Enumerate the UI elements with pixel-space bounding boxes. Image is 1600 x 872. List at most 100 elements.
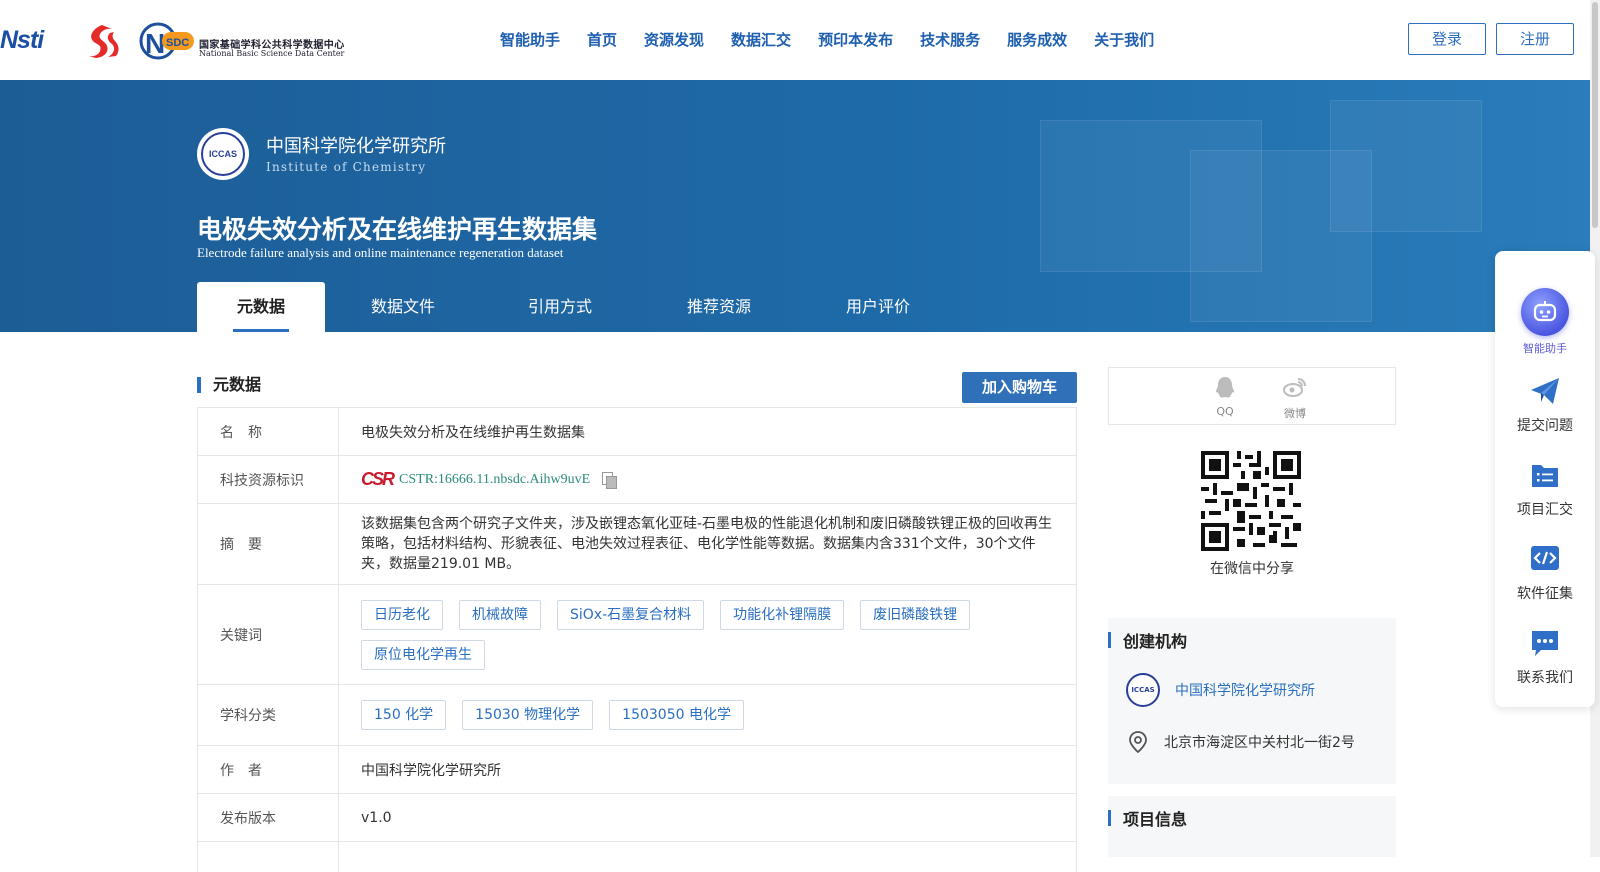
nav-resource-discovery[interactable]: 资源发现 [644, 28, 704, 52]
nav-home[interactable]: 首页 [587, 28, 617, 52]
dataset-name-value: 电极失效分析及在线维护再生数据集 [361, 424, 585, 441]
row-label: 作 者 [198, 746, 339, 793]
float-project-submission[interactable]: 项目汇交 [1495, 459, 1595, 519]
nav-service-results[interactable]: 服务成效 [1007, 28, 1067, 52]
cstr-link[interactable]: CSTR:16666.11.nbsdc.Aihw9uvE [399, 472, 590, 488]
float-submit-question-label: 提交问题 [1517, 418, 1573, 434]
table-row: 科技资源标识 CSR CSTR:16666.11.nbsdc.Aihw9uvE [197, 456, 1077, 504]
keyword-tag[interactable]: 功能化补锂隔膜 [720, 599, 845, 630]
table-row: 学科分类 150 化学 15030 物理化学 1503050 电化学 [197, 685, 1077, 746]
float-software-collection[interactable]: 软件征集 [1495, 543, 1595, 603]
nav-preprint[interactable]: 预印本发布 [818, 28, 893, 52]
folder-list-icon [1532, 465, 1558, 487]
org-address: 北京市海淀区中关村北一街2号 [1164, 735, 1355, 751]
dataset-title: 电极失效分析及在线维护再生数据集 [197, 215, 598, 244]
keyword-tag[interactable]: 原位电化学再生 [361, 639, 485, 670]
keyword-tag[interactable]: SiOx-石墨复合材料 [557, 599, 705, 630]
float-software-collection-label: 软件征集 [1517, 586, 1573, 602]
row-label: 摘 要 [198, 504, 339, 584]
creator-org-panel: 创建机构 ICCAS 中国科学院化学研究所 北京市海淀区中关村北一街2号 [1108, 618, 1396, 784]
top-header: Nsti N SDC 国家基础学科公共科学数据中心 National Basic… [0, 0, 1600, 80]
row-label: 名 称 [198, 408, 339, 455]
row-label: 关键词 [198, 585, 339, 684]
cstr-value: CSR CSTR:16666.11.nbsdc.Aihw9uvE [361, 456, 1054, 503]
share-box: QQ 微博 [1108, 367, 1396, 425]
qr-caption: 在微信中分享 [1210, 561, 1294, 577]
share-qq[interactable]: QQ [1205, 376, 1245, 418]
nav-tech-service[interactable]: 技术服务 [920, 28, 980, 52]
subject-list: 150 化学 15030 物理化学 1503050 电化学 [361, 685, 1054, 745]
row-label: 发布版本 [198, 794, 339, 841]
keyword-tag[interactable]: 机械故障 [459, 599, 541, 630]
share-weibo[interactable]: 微博 [1275, 376, 1315, 421]
nav-assistant[interactable]: 智能助手 [500, 28, 560, 52]
keyword-tag[interactable]: 废旧磷酸铁锂 [860, 599, 971, 630]
chat-icon [1532, 631, 1558, 656]
cstr-badge-icon: CSR [361, 469, 395, 489]
banner-decoration [1330, 100, 1482, 232]
table-row: 关键词 日历老化 机械故障 SiOx-石墨复合材料 功能化补锂隔膜 废旧磷酸铁锂… [197, 585, 1077, 685]
code-icon [1531, 546, 1559, 570]
version-value: v1.0 [361, 809, 392, 826]
heading-accent-bar [197, 377, 201, 393]
creator-org-link[interactable]: 中国科学院化学研究所 [1175, 680, 1315, 700]
heading-accent-bar [1108, 632, 1111, 648]
nav-data-submission[interactable]: 数据汇交 [731, 28, 791, 52]
main-nav: 智能助手 首页 资源发现 数据汇交 预印本发布 技术服务 服务成效 关于我们 [500, 28, 1181, 52]
nsdc-emblem-icon: N SDC [139, 22, 194, 60]
creator-org-heading: 创建机构 [1123, 632, 1188, 651]
heading-accent-bar [1108, 810, 1111, 826]
login-button[interactable]: 登录 [1408, 23, 1486, 55]
float-contact-us[interactable]: 联系我们 [1495, 627, 1595, 687]
metadata-table: 名 称 电极失效分析及在线维护再生数据集 科技资源标识 CSR CSTR:166… [197, 407, 1077, 872]
institute-name-en: Institute of Chemistry [266, 160, 427, 174]
weibo-icon [1283, 378, 1306, 397]
paper-plane-icon [1531, 378, 1559, 404]
floating-tools-panel: 智能助手 提交问题 项目汇交 软件征集 联系我们 [1495, 251, 1595, 707]
float-assistant[interactable]: 智能助手 [1495, 288, 1595, 356]
float-contact-us-label: 联系我们 [1517, 670, 1573, 686]
share-weibo-label: 微博 [1284, 407, 1306, 420]
float-assistant-label: 智能助手 [1523, 342, 1567, 355]
project-info-heading: 项目信息 [1123, 810, 1188, 829]
tab-metadata[interactable]: 元数据 [197, 282, 325, 332]
table-row: 摘 要 该数据集包含两个研究子文件夹，涉及嵌锂态氧化亚硅-石墨电极的性能退化机制… [197, 504, 1077, 585]
nsdc-logo[interactable]: N SDC 国家基础学科公共科学数据中心 National Basic Scie… [136, 22, 350, 60]
add-to-cart-button[interactable]: 加入购物车 [962, 372, 1077, 403]
keyword-list: 日历老化 机械故障 SiOx-石墨复合材料 功能化补锂隔膜 废旧磷酸铁锂 原位电… [361, 585, 1054, 684]
qq-icon [1216, 377, 1234, 398]
svg-text:SDC: SDC [166, 37, 189, 49]
copy-icon[interactable] [602, 472, 618, 489]
tab-data-files[interactable]: 数据文件 [363, 282, 443, 332]
dataset-title-en: Electrode failure analysis and online ma… [197, 245, 564, 260]
scrollbar-thumb[interactable] [1592, 2, 1598, 228]
institute-mini-logo: ICCAS [1126, 673, 1160, 707]
subject-tag[interactable]: 15030 物理化学 [462, 700, 594, 730]
abstract-value: 该数据集包含两个研究子文件夹，涉及嵌锂态氧化亚硅-石墨电极的性能退化机制和废旧磷… [361, 516, 1053, 572]
nsdc-name-en: National Basic Science Data Center [199, 49, 345, 58]
nav-about[interactable]: 关于我们 [1094, 28, 1154, 52]
row-label: 学科分类 [198, 685, 339, 745]
svg-text:N: N [145, 28, 165, 59]
subject-tag[interactable]: 150 化学 [361, 700, 447, 730]
iccas-emblem: ICCAS [201, 132, 245, 176]
row-label: 科技资源标识 [198, 456, 339, 503]
tab-user-reviews[interactable]: 用户评价 [838, 282, 918, 332]
nsti-logo[interactable]: Nsti [0, 26, 68, 54]
row-label [198, 842, 339, 872]
float-project-submission-label: 项目汇交 [1517, 502, 1573, 518]
table-row: 作 者 中国科学院化学研究所 [197, 746, 1077, 794]
table-row: 发布版本 v1.0 [197, 794, 1077, 842]
subject-tag[interactable]: 1503050 电化学 [609, 700, 744, 730]
tab-recommended[interactable]: 推荐资源 [679, 282, 759, 332]
project-info-panel: 项目信息 [1108, 796, 1396, 857]
float-submit-question[interactable]: 提交问题 [1495, 375, 1595, 435]
keyword-tag[interactable]: 日历老化 [361, 599, 443, 630]
table-row: 名 称 电极失效分析及在线维护再生数据集 [197, 408, 1077, 456]
table-row [197, 842, 1077, 872]
tab-citation[interactable]: 引用方式 [520, 282, 600, 332]
register-button[interactable]: 注册 [1496, 23, 1574, 55]
author-value: 中国科学院化学研究所 [361, 762, 501, 779]
institute-name: 中国科学院化学研究所 [266, 136, 446, 157]
s-logo[interactable] [82, 23, 120, 59]
